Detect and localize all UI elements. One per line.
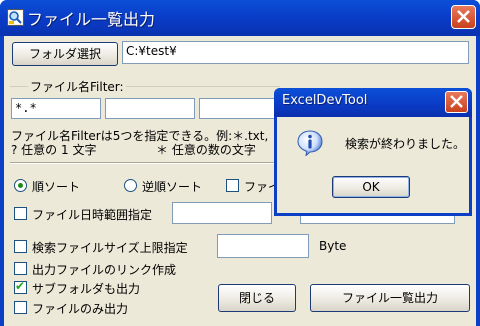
filter-help-wildcard-single: ? 任意の 1 文字 xyxy=(11,143,97,157)
title-bar[interactable]: ファイル一覧出力 xyxy=(0,0,480,36)
export-file-list-button[interactable]: ファイル一覧出力 xyxy=(310,284,470,312)
close-icon xyxy=(457,10,470,23)
file-option-checkbox[interactable] xyxy=(226,179,239,192)
date-range-label[interactable]: ファイル日時範囲指定 xyxy=(32,206,152,223)
folder-search-icon xyxy=(7,9,24,26)
close-icon xyxy=(450,95,463,108)
message-close-button[interactable] xyxy=(445,91,468,113)
close-button[interactable]: 閉じる xyxy=(218,284,296,312)
filter-group-label: ファイル名Filter: xyxy=(28,78,126,95)
output-link-checkbox[interactable] xyxy=(14,262,27,275)
message-text: 検索が終わりました。 xyxy=(345,137,466,151)
filter-input-1[interactable]: *.* xyxy=(11,98,101,119)
subfolder-label[interactable]: サブフォルダも出力 xyxy=(32,280,140,297)
options-separator xyxy=(10,162,280,164)
window-title: ファイル一覧出力 xyxy=(27,10,156,29)
window-close-button[interactable] xyxy=(451,5,476,29)
files-only-label[interactable]: ファイルのみ出力 xyxy=(32,300,128,317)
filter-input-2[interactable] xyxy=(105,98,195,119)
select-folder-button[interactable]: フォルダ選択 xyxy=(12,42,118,66)
size-limit-label[interactable]: 検索ファイルサイズ上限指定 xyxy=(32,239,188,256)
message-body: 検索が終わりました。 OK xyxy=(277,117,469,213)
output-link-label[interactable]: 出力ファイルのリンク作成 xyxy=(32,261,176,278)
sort-descending-label[interactable]: 逆順ソート xyxy=(142,178,202,195)
filter-help-wildcard-multi: ＊ 任意の数の文字 xyxy=(156,143,256,157)
message-dialog: ExcelDevTool 検索が終わりました。 OK xyxy=(274,88,472,216)
date-from-field[interactable] xyxy=(172,202,272,224)
folder-path-field[interactable]: C:¥test¥ xyxy=(122,41,469,64)
size-limit-field[interactable] xyxy=(217,234,309,258)
message-title-bar[interactable]: ExcelDevTool xyxy=(274,88,472,117)
sort-ascending-radio[interactable] xyxy=(14,179,27,192)
sort-descending-radio[interactable] xyxy=(124,179,137,192)
size-limit-checkbox[interactable] xyxy=(14,240,27,253)
info-icon xyxy=(297,130,323,156)
date-range-checkbox[interactable] xyxy=(14,207,27,220)
ok-button[interactable]: OK xyxy=(332,176,410,198)
subfolder-checkbox[interactable] xyxy=(14,279,27,294)
sort-ascending-label[interactable]: 順ソート xyxy=(32,178,80,195)
size-unit-label: Byte xyxy=(319,239,347,253)
files-only-checkbox[interactable] xyxy=(14,301,27,314)
message-dialog-title: ExcelDevTool xyxy=(282,93,368,108)
